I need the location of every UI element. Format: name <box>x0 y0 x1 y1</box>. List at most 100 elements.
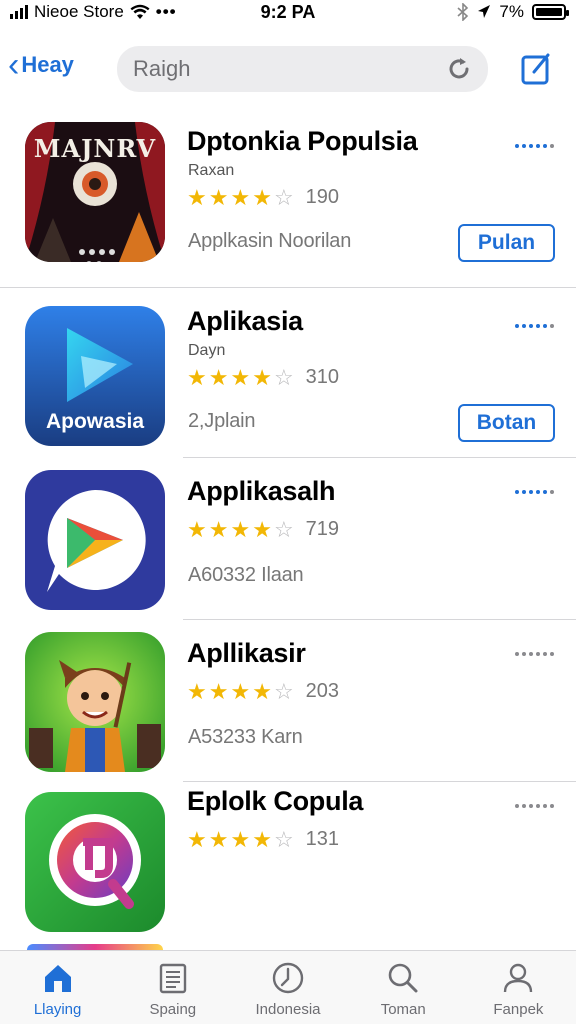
carrier-name: Nieoe Store <box>34 2 124 21</box>
star-rating: ★ ★ ★ ★ ☆ 203 <box>187 680 339 703</box>
app-subtitle: Raxan <box>188 162 235 179</box>
back-button[interactable]: ‹ Heay <box>8 46 74 84</box>
app-info: Applkasin Noorilan <box>188 230 352 252</box>
ellipsis-icon: ••• <box>155 2 177 21</box>
tab-clock[interactable]: Indonesia <box>230 951 345 1024</box>
profile-icon <box>504 963 533 993</box>
rating-count: 190 <box>305 186 340 208</box>
chevron-left-icon: ‹ <box>8 46 20 84</box>
tab-label: Llaying <box>33 1001 82 1018</box>
more-options-icon[interactable] <box>515 804 554 808</box>
bluetooth-icon <box>457 3 469 21</box>
tab-label: Spaing <box>149 1001 197 1018</box>
star-icon: ★ <box>252 184 272 210</box>
star-icon: ★ <box>187 184 207 210</box>
rating-count: 131 <box>305 828 340 850</box>
chat-play-icon <box>25 470 165 610</box>
star-icon: ★ <box>208 364 229 390</box>
app-info: A53233 Karn <box>188 726 303 748</box>
app-icon-badge[interactable] <box>25 792 165 932</box>
app-name[interactable]: Applikasalh <box>187 476 336 507</box>
back-label: Heay <box>21 52 74 77</box>
star-half-icon: ☆ <box>273 516 294 542</box>
tab-label: Indonesia <box>255 1001 321 1018</box>
app-name[interactable]: Dptonkia Populsia <box>187 126 418 157</box>
wifi-icon <box>130 4 150 19</box>
star-icon: ★ <box>187 364 207 390</box>
tab-document[interactable]: Spaing <box>115 951 230 1024</box>
star-icon: ★ <box>230 184 251 210</box>
app-subtitle: Dayn <box>188 342 226 359</box>
app-icon-label: Apowasia <box>45 410 145 433</box>
star-icon: ★ <box>230 364 251 390</box>
app-info: 2,Jplain <box>188 410 256 432</box>
tab-label: Toman <box>380 1001 426 1018</box>
refresh-icon[interactable] <box>446 56 472 82</box>
app-list: MAJNRV Dptonkia Populsia Raxan ★ ★ ★ ★ ☆… <box>0 108 576 952</box>
list-item[interactable]: Apowasia Aplikasia Dayn ★ ★ ★ ★ ☆ 310 2,… <box>0 288 576 458</box>
tab-label: Fanpek <box>493 1001 544 1018</box>
star-icon: ★ <box>208 826 229 852</box>
star-half-icon: ☆ <box>273 826 294 852</box>
app-icon-chat-play[interactable] <box>25 470 165 610</box>
app-icon-label: MAJNRV <box>33 134 157 163</box>
app-name[interactable]: Apllikasir <box>187 638 306 669</box>
app-icon-character[interactable] <box>25 632 165 772</box>
more-options-icon[interactable] <box>515 652 554 656</box>
app-icon-play[interactable]: Apowasia <box>25 306 165 446</box>
more-options-icon[interactable] <box>515 324 554 328</box>
status-left: Nieoe Store ••• <box>10 2 177 22</box>
star-icon: ★ <box>230 826 251 852</box>
star-icon: ★ <box>208 184 229 210</box>
get-button[interactable]: Pulan <box>458 224 555 262</box>
list-item[interactable]: MAJNRV Dptonkia Populsia Raxan ★ ★ ★ ★ ☆… <box>0 108 576 288</box>
star-icon: ★ <box>187 678 207 704</box>
clock-icon <box>272 962 304 994</box>
character-icon <box>25 632 165 772</box>
star-icon: ★ <box>208 678 229 704</box>
app-name[interactable]: Aplikasia <box>187 306 303 337</box>
star-icon: ★ <box>230 516 251 542</box>
star-icon: ★ <box>208 516 229 542</box>
tab-home[interactable]: Llaying <box>0 951 115 1024</box>
rating-count: 203 <box>305 680 340 702</box>
battery-fill <box>536 8 562 16</box>
status-right: 7% <box>457 2 569 22</box>
battery-icon <box>532 4 569 20</box>
rating-count: 310 <box>305 366 340 388</box>
signal-icon <box>10 5 28 19</box>
list-item[interactable]: Eplolk Copula ★ ★ ★ ★ ☆ 131 <box>0 782 576 952</box>
more-options-icon[interactable] <box>515 490 554 494</box>
list-item[interactable]: Applikasalh ★ ★ ★ ★ ☆ 719 A60332 Ilaan <box>0 458 576 620</box>
app-icon-theater[interactable]: MAJNRV <box>25 122 165 262</box>
star-icon: ★ <box>187 826 207 852</box>
star-rating: ★ ★ ★ ★ ☆ 131 <box>187 828 339 851</box>
star-half-icon: ☆ <box>273 678 294 704</box>
app-name[interactable]: Eplolk Copula <box>187 786 363 817</box>
nav-bar: ‹ Heay <box>0 40 576 100</box>
battery-percent: 7% <box>499 2 524 21</box>
tab-profile[interactable]: Fanpek <box>461 951 576 1024</box>
star-rating: ★ ★ ★ ★ ☆ 310 <box>187 366 339 389</box>
star-icon: ★ <box>252 364 272 390</box>
search-bar[interactable] <box>117 46 488 92</box>
star-icon: ★ <box>187 516 207 542</box>
app-info: A60332 Ilaan <box>188 564 304 586</box>
star-icon: ★ <box>252 826 272 852</box>
compose-icon[interactable] <box>518 50 554 86</box>
list-item[interactable]: Apllikasir ★ ★ ★ ★ ☆ 203 A53233 Karn <box>0 620 576 782</box>
search-icon <box>388 963 418 993</box>
tab-search[interactable]: Toman <box>346 951 461 1024</box>
search-input[interactable] <box>133 56 446 82</box>
star-icon: ★ <box>230 678 251 704</box>
status-bar: Nieoe Store ••• 9:2 PA 7% <box>0 0 576 26</box>
get-button[interactable]: Botan <box>458 404 555 442</box>
location-icon <box>478 5 491 18</box>
more-options-icon[interactable] <box>515 144 554 148</box>
badge-icon <box>25 792 165 932</box>
rating-count: 719 <box>305 518 340 540</box>
star-rating: ★ ★ ★ ★ ☆ 190 <box>187 186 339 209</box>
home-icon <box>44 965 71 992</box>
tab-bar: Llaying Spaing Indonesia Toman Fanpek <box>0 950 576 1024</box>
star-half-icon: ☆ <box>273 184 294 210</box>
